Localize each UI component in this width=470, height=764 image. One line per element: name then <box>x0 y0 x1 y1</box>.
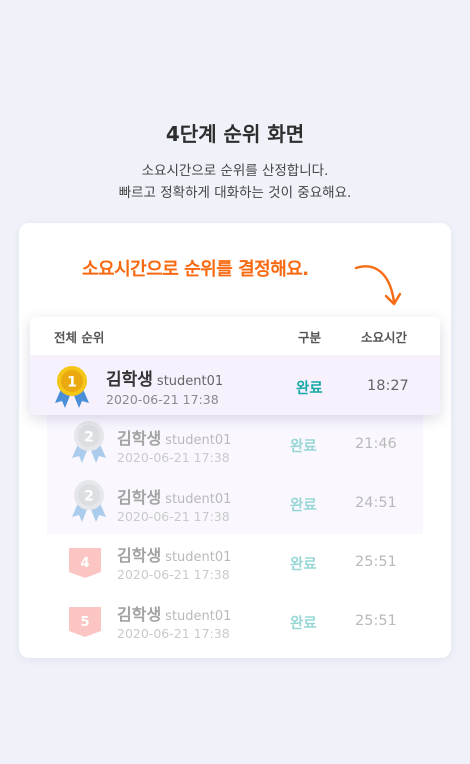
student-id: student01 <box>165 433 232 448</box>
record-date: 2020-06-21 17:38 <box>117 626 230 641</box>
table-row[interactable]: 2 김학생 student01 2020-06-21 17:38 완료 21:46 <box>47 412 423 471</box>
student-id: student01 <box>165 492 232 507</box>
status-badge: 완료 <box>296 381 323 397</box>
silver-medal-icon: 2 <box>72 421 106 463</box>
table-row[interactable]: 4 김학생 student01 2020-06-21 17:38 완료 25:51 <box>47 534 423 593</box>
page-title: 4단계 순위 화면 <box>165 122 305 146</box>
student-id: student01 <box>165 550 232 565</box>
description-line-2: 빠르고 정확하게 대화하는 것이 중요해요. <box>118 185 352 201</box>
silver-medal-icon: 2 <box>72 480 106 522</box>
elapsed-time: 24:51 <box>355 495 397 511</box>
rank-number: 2 <box>84 430 94 446</box>
table-row-highlighted[interactable]: 1 김학생 student01 2020-06-21 17:38 완료 18:27 <box>30 355 440 415</box>
gold-medal-icon: 1 <box>55 366 89 408</box>
status-badge: 완료 <box>290 557 317 573</box>
ranking-list: 2 김학생 student01 2020-06-21 17:38 완료 21:46… <box>47 412 423 652</box>
status-badge: 완료 <box>290 616 317 632</box>
rank-number: 2 <box>84 489 94 505</box>
header-time: 소요시간 <box>361 330 408 345</box>
elapsed-time: 25:51 <box>355 613 397 629</box>
student-name: 김학생 student01 <box>117 605 232 624</box>
table-row[interactable]: 5 김학생 student01 2020-06-21 17:38 완료 25:51 <box>47 593 423 652</box>
page-description: 소요시간으로 순위를 산정합니다. 빠르고 정확하게 대화하는 것이 중요해요. <box>0 160 470 204</box>
student-id: student01 <box>165 609 232 624</box>
my-rank-highlight: 전체 순위 구분 소요시간 1 김학생 student01 2020-06-21 … <box>30 317 440 415</box>
status-badge: 완료 <box>290 439 317 455</box>
student-name: 김학생 student01 <box>117 546 232 565</box>
student-name: 김학생 student01 <box>106 370 224 390</box>
rank-flag-icon: 5 <box>69 607 101 637</box>
header-rank: 전체 순위 <box>54 330 105 345</box>
rank-number: 5 <box>80 615 89 630</box>
description-line-1: 소요시간으로 순위를 산정합니다. <box>141 163 329 179</box>
elapsed-time: 25:51 <box>355 554 397 570</box>
curved-arrow-icon <box>354 265 402 306</box>
student-name: 김학생 student01 <box>117 429 232 448</box>
rank-number: 4 <box>80 556 89 571</box>
rank-flag-icon: 4 <box>69 548 101 578</box>
header-status: 구분 <box>298 330 322 345</box>
table-header: 전체 순위 구분 소요시간 <box>30 317 440 355</box>
record-date: 2020-06-21 17:38 <box>117 509 230 524</box>
rank-number: 1 <box>67 375 77 391</box>
record-date: 2020-06-21 17:38 <box>117 567 230 582</box>
record-date: 2020-06-21 17:38 <box>106 392 219 407</box>
student-id: student01 <box>156 374 224 389</box>
elapsed-time: 21:46 <box>355 436 397 452</box>
elapsed-time: 18:27 <box>367 378 409 394</box>
student-name: 김학생 student01 <box>117 488 232 507</box>
table-row[interactable]: 2 김학생 student01 2020-06-21 17:38 완료 24:51 <box>47 471 423 530</box>
status-badge: 완료 <box>290 498 317 514</box>
callout-text: 소요시간으로 순위를 결정해요. <box>82 259 309 280</box>
record-date: 2020-06-21 17:38 <box>117 450 230 465</box>
